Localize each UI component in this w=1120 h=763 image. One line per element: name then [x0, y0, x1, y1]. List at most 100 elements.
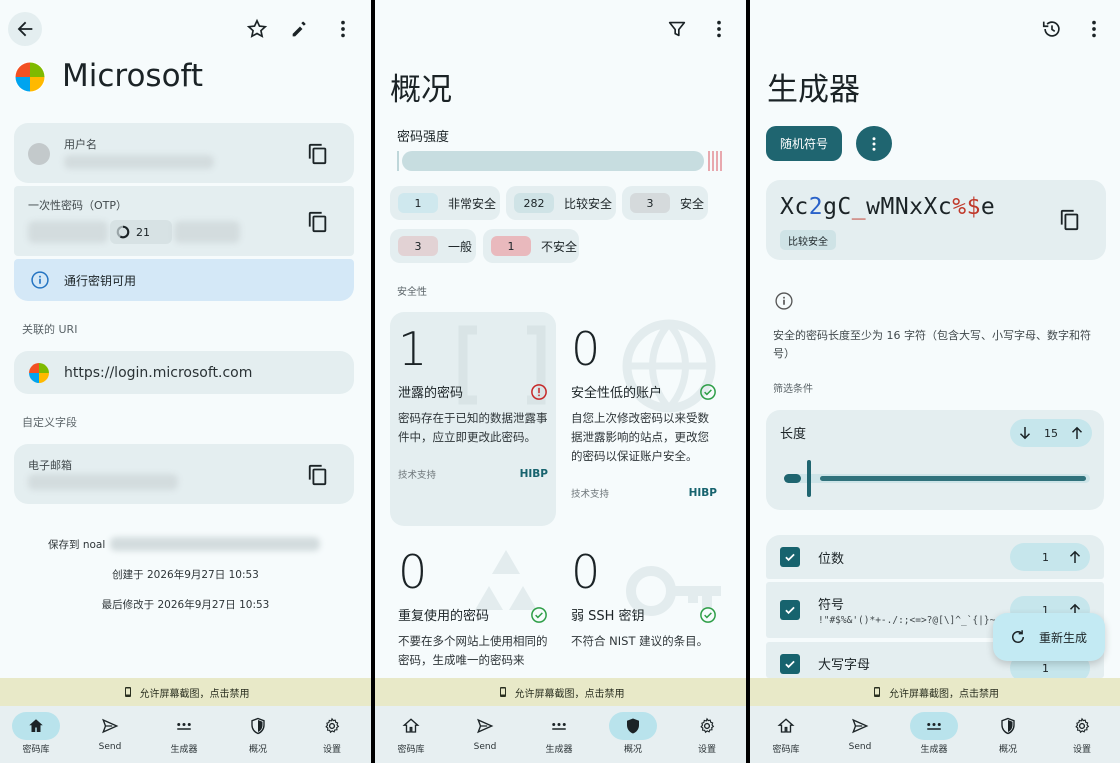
stat-reused-passwords[interactable]: 0 重复使用的密码 不要在多个网站上使用相同的密码，生成唯一的密码来	[398, 545, 548, 670]
nav-vault[interactable]: 密码库	[381, 712, 441, 755]
password-dots-icon	[552, 723, 566, 730]
more-menu-button[interactable]	[703, 13, 735, 45]
info-icon	[775, 292, 793, 310]
more-menu-button[interactable]	[1078, 13, 1110, 45]
arrow-up-icon[interactable]	[1068, 424, 1086, 442]
check-circle-icon	[700, 383, 716, 400]
more-menu-button[interactable]	[327, 13, 359, 45]
stat-vulnerable-accounts[interactable]: 0 安全性低的账户 自您上次修改密码以来受数据泄露影响的站点，更改您的密码以保证…	[571, 322, 717, 500]
password-segment: gC	[823, 194, 852, 220]
otp-next-redacted	[174, 221, 240, 243]
home-icon	[29, 719, 43, 732]
password-segment: %$	[952, 194, 981, 220]
nav-settings[interactable]: 设置	[302, 712, 362, 755]
copy-email-button[interactable]	[302, 459, 334, 491]
favorite-button[interactable]	[241, 13, 273, 45]
uri-card[interactable]: https://login.microsoft.com	[14, 351, 354, 394]
powered-by: 技术支持	[398, 470, 437, 481]
password-segment: 2	[808, 194, 824, 220]
provider-link[interactable]: HIBP	[520, 468, 548, 480]
stat-breached-passwords: 1 泄露的密码 密码存在于已知的数据泄露事件中，应立即更改此密码。 技术支持 HI…	[398, 322, 548, 481]
provider-link[interactable]: HIBP	[689, 487, 717, 499]
nav-settings[interactable]: 设置	[677, 712, 737, 755]
copy-icon	[308, 143, 327, 165]
otp-card: 一次性密码（OTP） 21	[14, 186, 354, 256]
gear-icon	[325, 717, 340, 734]
copy-otp-button[interactable]	[302, 206, 334, 238]
strength-chip-very-strong[interactable]: 1 非常安全	[390, 186, 500, 220]
nav-vault[interactable]: 密码库	[756, 712, 816, 755]
strength-chip-weak[interactable]: 1 不安全	[483, 229, 579, 263]
screenshot-banner[interactable]: 允许屏幕截图，点击禁用	[375, 678, 746, 706]
shield-icon	[1001, 717, 1015, 735]
nav-send[interactable]: Send	[80, 712, 140, 752]
nav-label: Send	[848, 742, 872, 752]
copy-icon	[308, 211, 327, 233]
nav-generator[interactable]: 生成器	[154, 712, 214, 755]
send-icon	[852, 718, 869, 734]
nav-label: 生成器	[920, 745, 948, 755]
nav-label: Send	[98, 742, 122, 752]
arrow-left-icon	[17, 21, 33, 37]
digits-option[interactable]: 位数 1	[766, 535, 1104, 579]
nav-send[interactable]: Send	[455, 712, 515, 752]
filter-button[interactable]	[661, 13, 693, 45]
length-slider-inactive-line	[820, 476, 1086, 481]
more-vert-icon	[341, 20, 345, 38]
uppercase-checkbox[interactable]	[780, 654, 800, 674]
shield-icon	[251, 717, 265, 735]
otp-label: 一次性密码（OTP）	[28, 199, 128, 212]
stat-value: 0	[571, 545, 601, 599]
nav-send[interactable]: Send	[830, 712, 890, 752]
check-icon	[785, 553, 795, 562]
arrow-up-icon[interactable]	[1066, 548, 1084, 566]
digits-checkbox[interactable]	[780, 547, 800, 567]
back-button[interactable]	[8, 12, 42, 46]
email-value-redacted	[28, 474, 178, 490]
nav-vault[interactable]: 密码库	[6, 712, 66, 755]
nav-generator[interactable]: 生成器	[904, 712, 964, 755]
copy-password-button[interactable]	[1054, 204, 1086, 236]
length-hint: 安全的密码长度至少为 16 字符（包含大写、小写字母、数字和符号）	[773, 329, 1091, 360]
refresh-icon	[1012, 630, 1024, 643]
banner-text: 允许屏幕截图，点击禁用	[514, 688, 625, 700]
strength-chip-strong[interactable]: 282 比较安全	[506, 186, 616, 220]
chip-label: 安全	[680, 196, 705, 211]
strength-chip-medium[interactable]: 3 一般	[390, 229, 476, 263]
copy-username-button[interactable]	[302, 138, 334, 170]
generator-mode-button[interactable]: 随机符号	[766, 126, 842, 161]
history-button[interactable]	[1036, 13, 1068, 45]
regenerate-label: 重新生成	[1039, 630, 1088, 645]
filter-label: 筛选条件	[773, 384, 813, 395]
home-icon	[777, 718, 795, 733]
nav-overview[interactable]: 概况	[228, 712, 288, 755]
nav-label: 概况	[998, 745, 1017, 755]
chip-label: 比较安全	[564, 196, 613, 211]
nav-overview[interactable]: 概况	[978, 712, 1038, 755]
error-icon	[531, 383, 547, 400]
nav-generator[interactable]: 生成器	[529, 712, 589, 755]
username-label: 用户名	[64, 138, 97, 151]
nav-settings[interactable]: 设置	[1052, 712, 1112, 755]
strength-bar-weak	[708, 151, 724, 171]
screenshot-banner[interactable]: 允许屏幕截图，点击禁用	[750, 678, 1120, 706]
check-icon	[785, 606, 795, 615]
length-slider-track[interactable]	[784, 460, 1090, 497]
strength-chip-safe[interactable]: 3 安全	[622, 186, 708, 220]
symbols-checkbox[interactable]	[780, 600, 800, 620]
length-slider-thumb[interactable]	[807, 460, 811, 497]
stat-title: 泄露的密码	[398, 386, 464, 401]
page-title: 概况	[390, 72, 452, 108]
nav-overview[interactable]: 概况	[603, 712, 663, 755]
edit-button[interactable]	[284, 13, 316, 45]
arrow-down-icon[interactable]	[1016, 424, 1034, 442]
generated-password[interactable]: Xc2gC_wMNxXc%$e	[780, 194, 995, 220]
stat-weak-ssh-keys[interactable]: 0 弱 SSH 密钥 不符合 NIST 建议的条目。	[571, 545, 717, 651]
nav-label: 概况	[623, 745, 642, 755]
screenshot-banner[interactable]: 允许屏幕截图，点击禁用	[0, 678, 371, 706]
stat-desc: 密码存在于已知的数据泄露事件中，应立即更改此密码。	[398, 411, 548, 444]
regenerate-button[interactable]: 重新生成	[993, 613, 1105, 661]
powered-by: 技术支持	[571, 489, 610, 500]
chip-count: 282	[514, 193, 554, 213]
generator-options-button[interactable]	[856, 126, 892, 161]
